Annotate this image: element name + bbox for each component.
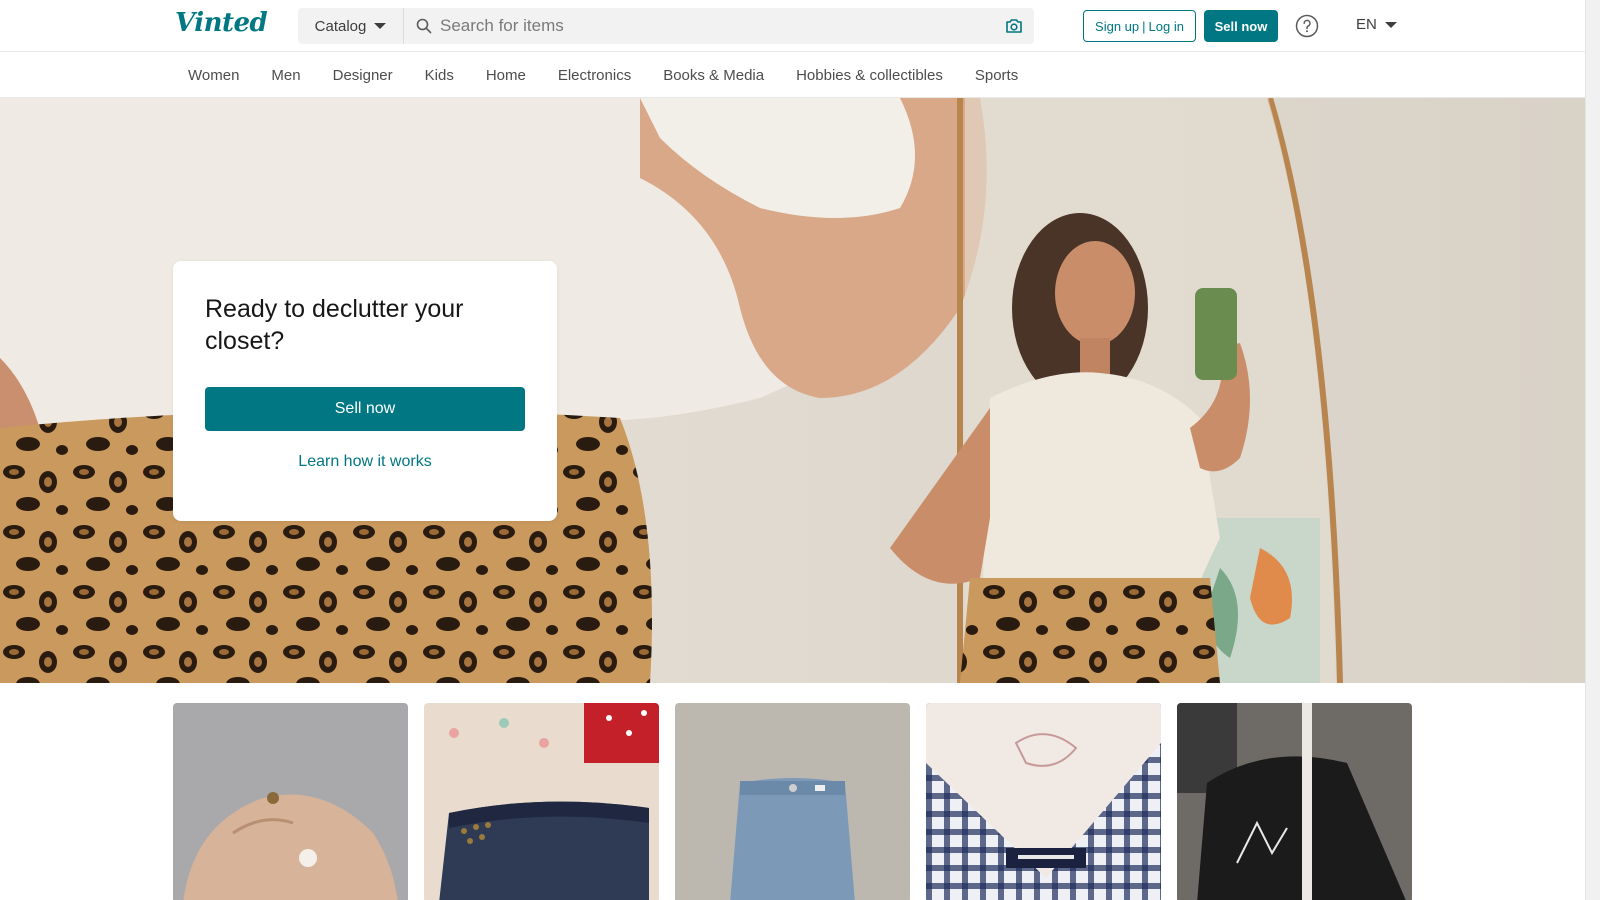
hero-title: Ready to declutter your closet? bbox=[205, 295, 464, 355]
separator: | bbox=[1142, 18, 1146, 34]
page-scrollbar[interactable] bbox=[1585, 0, 1600, 900]
item-jeans[interactable] bbox=[675, 703, 910, 900]
sell-now-button[interactable]: Sell now bbox=[1204, 10, 1278, 42]
item-plaid-top[interactable] bbox=[926, 703, 1161, 900]
search-input[interactable] bbox=[432, 8, 994, 44]
sell-card: Ready to declutter your closet? Sell now… bbox=[173, 261, 557, 521]
catalog-label: Catalog bbox=[314, 17, 367, 35]
item-black-hoodie[interactable] bbox=[1177, 703, 1412, 900]
nav-item-sports[interactable]: Sports bbox=[959, 67, 1034, 84]
language-label: EN bbox=[1356, 16, 1377, 33]
search-bar: Catalog bbox=[298, 8, 1034, 44]
camera-icon[interactable] bbox=[994, 8, 1034, 44]
signup-label: Sign up bbox=[1095, 18, 1140, 34]
help-icon[interactable] bbox=[1295, 14, 1319, 38]
language-selector[interactable]: EN bbox=[1356, 16, 1397, 33]
chevron-down-icon bbox=[374, 23, 387, 29]
catalog-dropdown[interactable]: Catalog bbox=[298, 8, 404, 44]
signup-login-button[interactable]: Sign up | Log in bbox=[1083, 10, 1196, 42]
chevron-down-icon bbox=[1384, 21, 1397, 28]
nav-item-men[interactable]: Men bbox=[255, 67, 316, 84]
nav-item-women[interactable]: Women bbox=[172, 67, 255, 84]
nav-item-books-media[interactable]: Books & Media bbox=[647, 67, 780, 84]
nav-item-home[interactable]: Home bbox=[470, 67, 542, 84]
hero-banner: Ready to declutter your closet? Sell now… bbox=[0, 98, 1585, 683]
nav-item-designer[interactable]: Designer bbox=[317, 67, 409, 84]
hero-sell-now-button[interactable]: Sell now bbox=[205, 387, 525, 431]
item-grid bbox=[173, 703, 1412, 900]
login-label: Log in bbox=[1148, 18, 1184, 34]
item-cap[interactable] bbox=[173, 703, 408, 900]
header: Vinted Catalog Sign up | Log in Sell now… bbox=[0, 0, 1585, 52]
learn-how-link[interactable]: Learn how it works bbox=[205, 453, 525, 471]
nav-item-electronics[interactable]: Electronics bbox=[542, 67, 647, 84]
category-nav: Women Men Designer Kids Home Electronics… bbox=[0, 53, 1585, 98]
search-icon bbox=[416, 18, 432, 34]
vinted-logo[interactable]: Vinted bbox=[175, 8, 268, 38]
nav-item-hobbies[interactable]: Hobbies & collectibles bbox=[780, 67, 959, 84]
nav-item-kids[interactable]: Kids bbox=[409, 67, 470, 84]
item-denim-shorts[interactable] bbox=[424, 703, 659, 900]
